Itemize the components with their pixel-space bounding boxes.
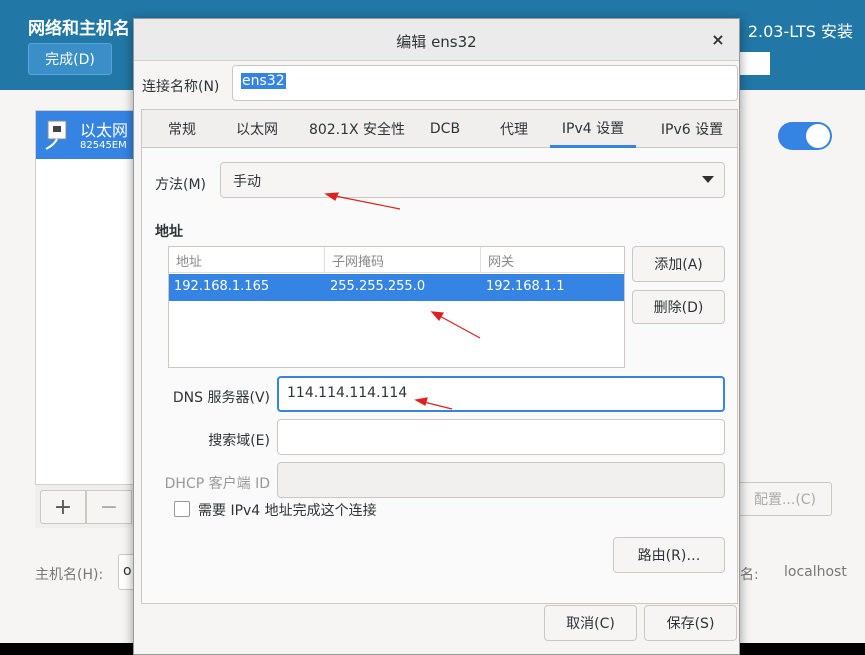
connection-name-input[interactable]: ens32	[232, 65, 738, 101]
dhcp-client-id-input[interactable]	[277, 462, 725, 498]
save-button[interactable]: 保存(S)	[644, 605, 737, 641]
tab-proxy[interactable]: 代理	[490, 110, 538, 148]
column-header-gateway[interactable]: 网关	[481, 247, 624, 273]
tab-general[interactable]: 常规	[156, 110, 208, 148]
tab-8021x-security[interactable]: 802.1X 安全性	[304, 110, 410, 148]
configure-button[interactable]: 配置...(C)	[738, 482, 832, 516]
dhcp-client-id-label: DHCP 客户端 ID	[164, 476, 270, 492]
tab-dcb[interactable]: DCB	[424, 110, 466, 148]
tab-ethernet[interactable]: 以太网	[226, 110, 288, 148]
device-list-toolbar: + −	[35, 484, 135, 528]
gateway-cell[interactable]: 192.168.1.1	[481, 274, 624, 301]
remove-device-button[interactable]: −	[86, 490, 132, 524]
edit-connection-dialog: 编辑 ens32 × 连接名称(N) ens32 常规 以太网 802.1X 安…	[133, 18, 740, 655]
settings-notebook: 常规 以太网 802.1X 安全性 DCB 代理 IPv4 设置 IPv6 设置…	[141, 109, 738, 604]
table-row[interactable]: 192.168.1.165 255.255.255.0 192.168.1.1	[169, 274, 624, 301]
current-hostname-label: 名:	[740, 567, 759, 583]
addresses-table: 地址 子网掩码 网关 192.168.1.165 255.255.255.0 1…	[168, 246, 625, 368]
addresses-heading: 地址	[155, 224, 183, 240]
cancel-button[interactable]: 取消(C)	[544, 605, 637, 641]
tab-ipv6-settings[interactable]: IPv6 设置	[650, 110, 734, 148]
installer-page-title: 网络和主机名	[28, 19, 130, 39]
network-wired-icon	[45, 120, 67, 150]
add-device-button[interactable]: +	[40, 490, 86, 524]
network-device-list: 以太网 82545EM + −	[35, 110, 136, 528]
tab-bar: 常规 以太网 802.1X 安全性 DCB 代理 IPv4 设置 IPv6 设置	[142, 110, 737, 148]
dns-servers-input[interactable]: 114.114.114.114	[277, 376, 725, 412]
close-icon[interactable]: ×	[707, 28, 729, 50]
dialog-title: 编辑 ens32	[396, 33, 477, 51]
routes-button[interactable]: 路由(R)…	[613, 537, 725, 573]
dialog-titlebar: 编辑 ens32 ×	[134, 19, 739, 61]
method-selected-value: 手动	[233, 174, 261, 190]
column-header-address[interactable]: 地址	[169, 247, 325, 273]
search-domains-label: 搜索域(E)	[208, 433, 270, 449]
addresses-table-header: 地址 子网掩码 网关	[169, 247, 624, 273]
address-cell[interactable]: 192.168.1.165	[169, 274, 325, 301]
method-label: 方法(M)	[155, 177, 207, 193]
installer-done-button[interactable]: 完成(D)	[28, 43, 112, 75]
network-device-model: 82545EM	[80, 140, 127, 151]
connection-name-label: 连接名称(N)	[142, 79, 220, 95]
netmask-cell[interactable]: 255.255.255.0	[325, 274, 481, 301]
device-enable-toggle[interactable]	[778, 122, 832, 150]
add-address-button[interactable]: 添加(A)	[632, 246, 725, 282]
connection-name-value: ens32	[241, 73, 286, 89]
hostname-label: 主机名(H):	[35, 567, 104, 583]
dns-servers-label: DNS 服务器(V)	[172, 390, 270, 406]
dropdown-arrow-icon	[702, 176, 714, 183]
require-ipv4-label: 需要 IPv4 地址完成这个连接	[198, 503, 377, 519]
delete-address-button[interactable]: 删除(D)	[632, 290, 725, 324]
network-device-item-ethernet[interactable]: 以太网 82545EM	[36, 111, 136, 159]
installer-keyboard-indicator	[738, 52, 770, 75]
method-dropdown[interactable]: 手动	[220, 162, 725, 198]
current-hostname-value: localhost	[784, 564, 847, 580]
toggle-knob	[806, 124, 830, 148]
tab-ipv4-settings[interactable]: IPv4 设置	[550, 110, 636, 148]
require-ipv4-checkbox[interactable]	[174, 501, 190, 517]
search-domains-input[interactable]	[277, 419, 725, 455]
network-device-name: 以太网	[80, 121, 129, 140]
installer-product-title: 2.03-LTS 安装	[747, 22, 853, 41]
column-header-netmask[interactable]: 子网掩码	[325, 247, 481, 273]
